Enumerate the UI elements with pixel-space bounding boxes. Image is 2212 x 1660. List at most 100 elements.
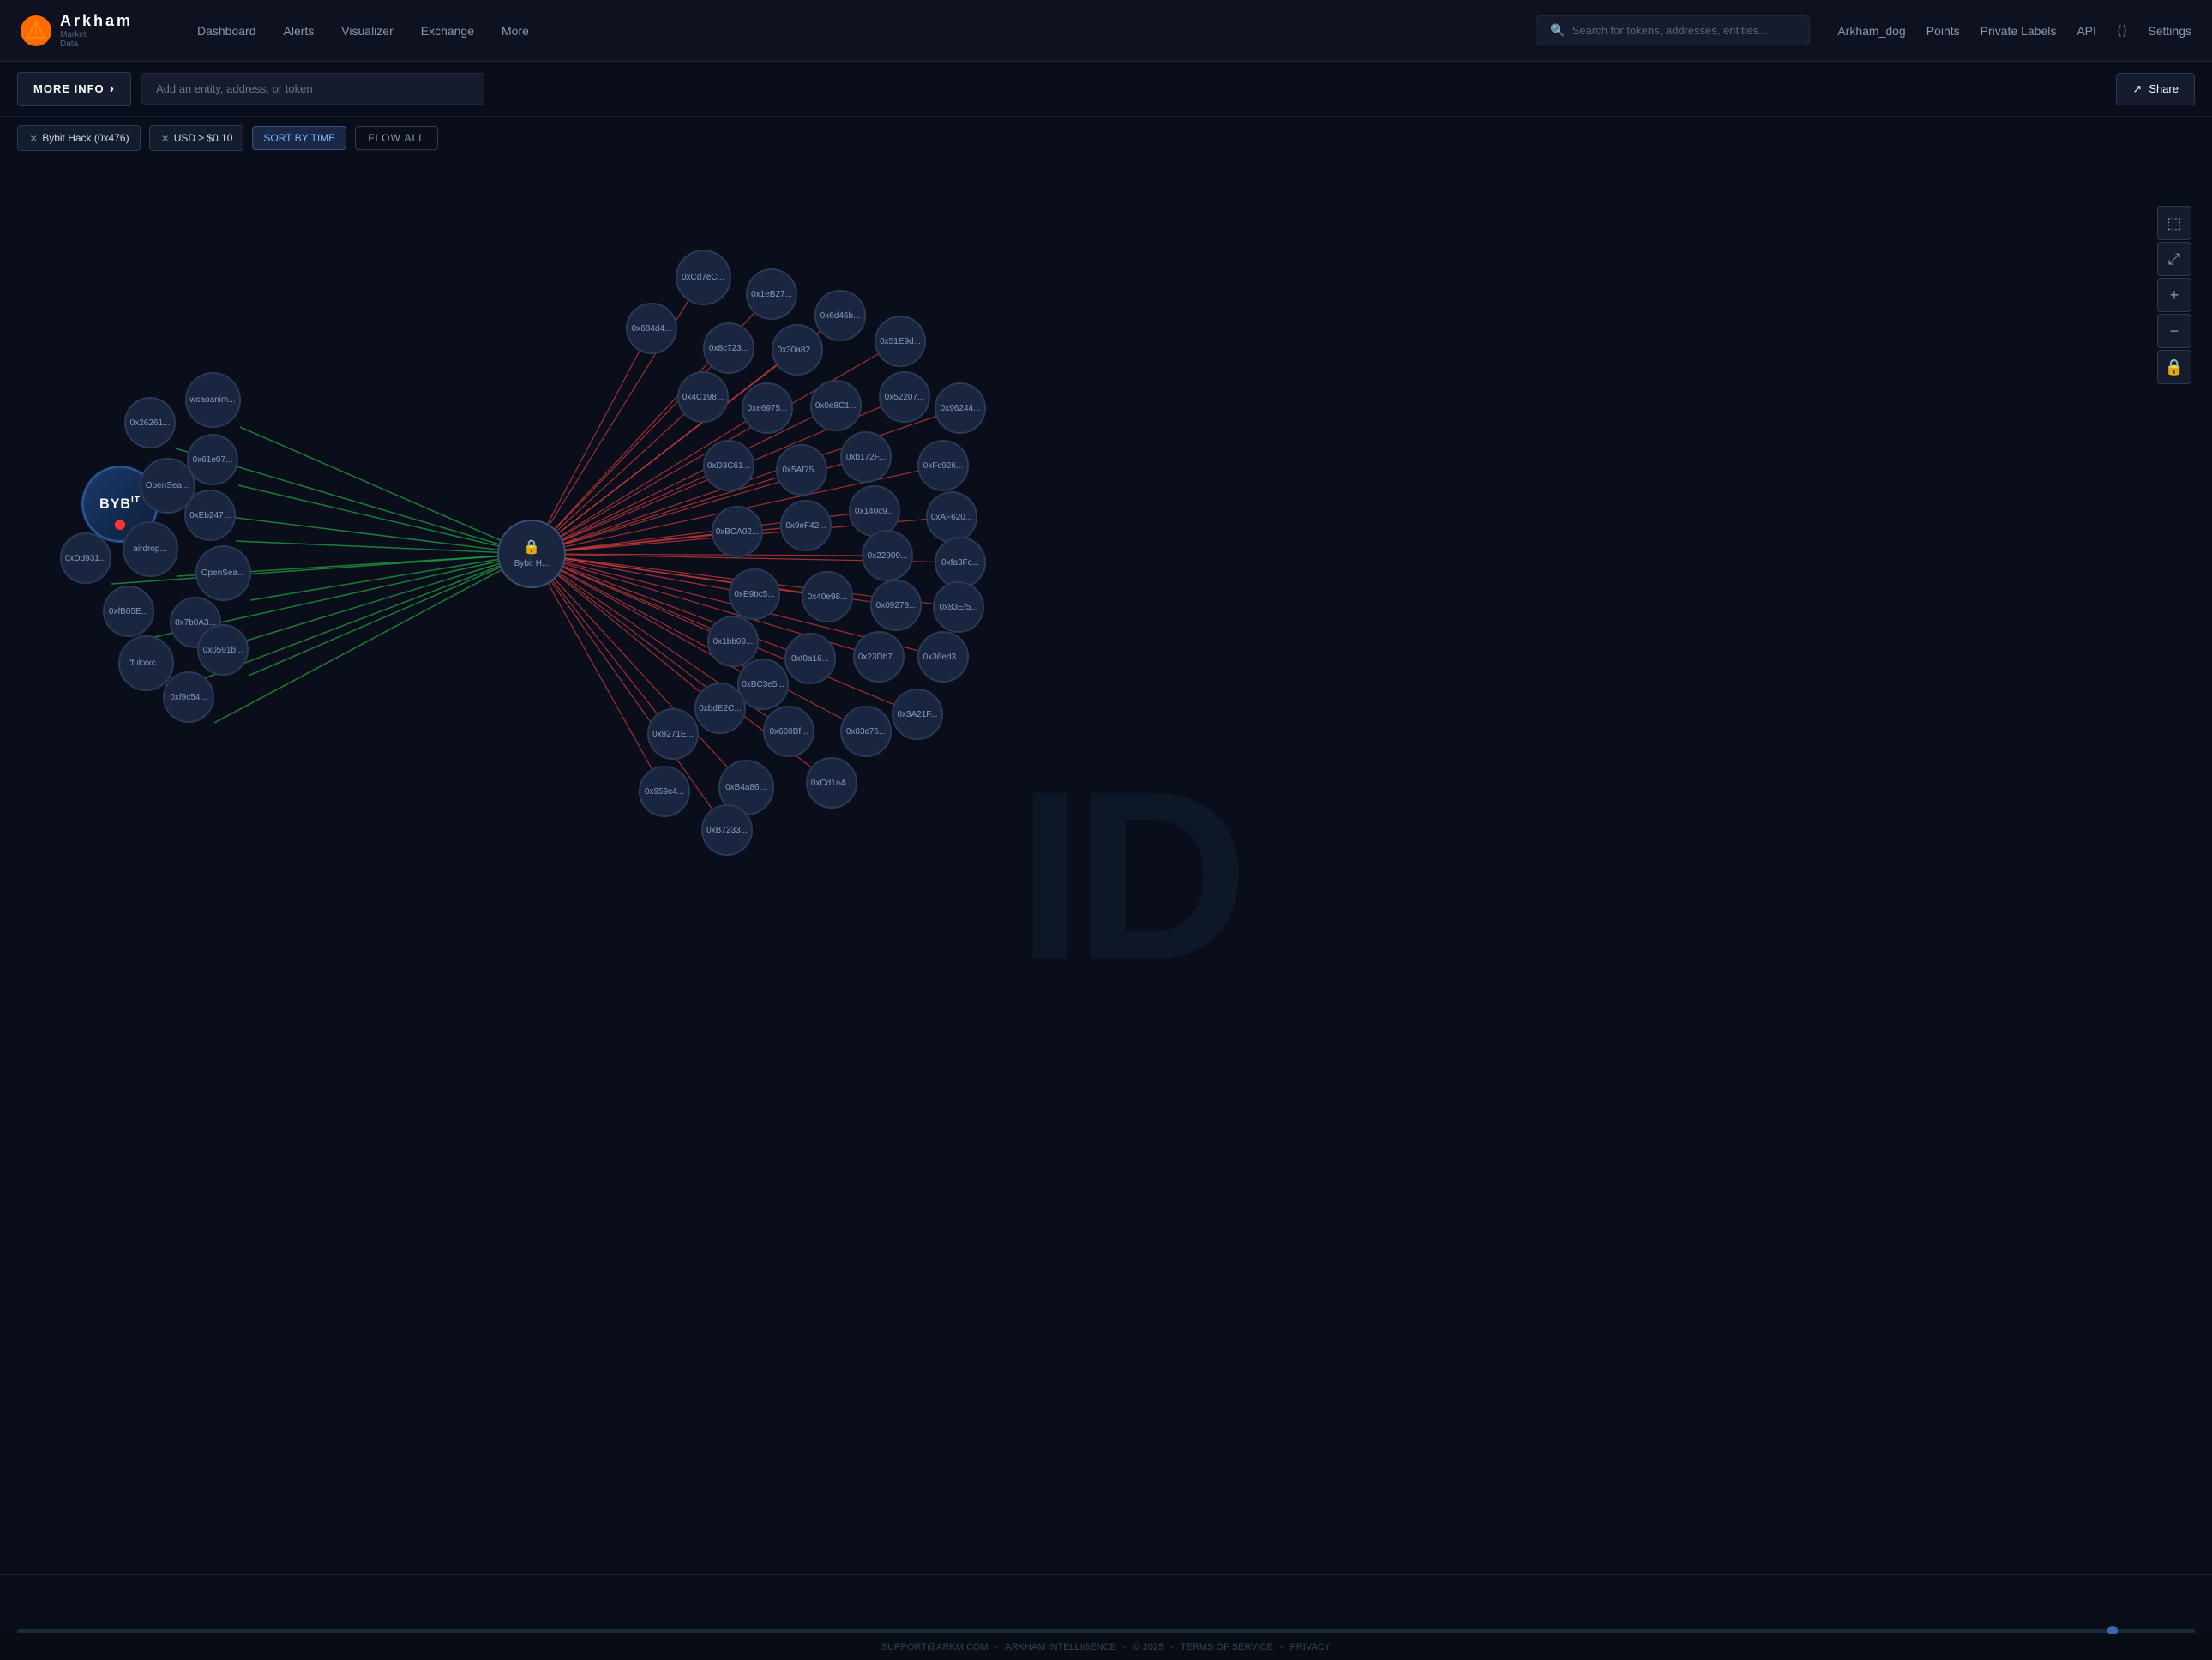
graph-node[interactable]: 0x26261... <box>124 397 176 448</box>
graph-node[interactable]: 0x23Db7... <box>853 631 905 683</box>
graph-node[interactable]: OpenSea... <box>195 545 251 601</box>
nav-arkham-dog[interactable]: Arkham_dog <box>1837 24 1905 38</box>
graph-node[interactable]: 0x51E9d... <box>875 316 926 367</box>
lock-view-button[interactable]: 🔒 <box>2157 350 2191 384</box>
graph-node[interactable]: 0x1bb09... <box>707 616 759 667</box>
graph-node[interactable]: 0xCd7eC... <box>676 250 731 305</box>
graph-node[interactable]: 0x09278... <box>870 580 922 631</box>
nav-private-labels[interactable]: Private Labels <box>1981 24 2057 38</box>
graph-node[interactable]: 0xBCA02... <box>712 506 763 557</box>
graph-node[interactable]: airdrop... <box>123 521 178 577</box>
graph-node[interactable]: 0xCd1a4... <box>806 757 857 809</box>
nav-alerts[interactable]: Alerts <box>272 17 327 45</box>
graph-node-label: wcaoanim... <box>188 394 237 406</box>
graph-node[interactable]: wcaoanim... <box>185 372 241 428</box>
graph-node[interactable]: 0x6d46b... <box>814 290 866 341</box>
graph-node[interactable]: 0xEb247... <box>184 490 236 541</box>
graph-node[interactable]: 0x40e98... <box>802 571 853 622</box>
graph-node[interactable]: 0x36ed3... <box>917 631 969 683</box>
graph-node-label: 0x30a82... <box>776 344 820 357</box>
graph-node[interactable]: 0x22909... <box>862 530 913 581</box>
filter-sort-time[interactable]: SORT BY TIME <box>252 126 346 150</box>
nav-more[interactable]: More <box>490 17 541 45</box>
toolbar: MORE INFO ↗ Share <box>0 62 2212 117</box>
cursor-tool-button[interactable]: ⬚ <box>2157 206 2191 240</box>
nav-links: Dashboard Alerts Visualizer Exchange Mor… <box>185 17 1508 45</box>
graph-node[interactable]: 0x61e07... <box>187 434 238 485</box>
graph-node[interactable]: 0xFc926... <box>917 440 969 491</box>
graph-node[interactable]: 0x8c723... <box>703 322 754 374</box>
filter-close-icon[interactable]: × <box>30 131 37 145</box>
graph-node[interactable]: 0x96244... <box>935 382 986 434</box>
graph-node[interactable]: 0xfa3Fc... <box>935 537 986 588</box>
center-node[interactable]: 🔒 Bybit H... <box>497 520 566 588</box>
graph-node[interactable]: 0x83Ef5... <box>933 581 984 633</box>
graph-node-label: 0x140c9... <box>853 505 896 518</box>
graph-node-label: 0x660Bf... <box>767 725 809 738</box>
graph-node[interactable]: 0xfB05E... <box>103 586 154 637</box>
graph-node-label: 0xBCA02... <box>714 526 761 538</box>
filter-usd-close-icon[interactable]: × <box>162 131 169 145</box>
graph-node[interactable]: 0x0591b... <box>197 624 249 676</box>
zoom-in-button[interactable]: + <box>2157 278 2191 312</box>
graph-node-label: 0x36ed3... <box>922 651 965 664</box>
nav-visualizer[interactable]: Visualizer <box>329 17 405 45</box>
search-bar[interactable]: 🔍 Search for tokens, addresses, entities… <box>1536 15 1810 45</box>
graph-node[interactable]: 0x0e8C1... <box>810 380 862 431</box>
graph-node[interactable]: 0x9271E... <box>647 708 699 760</box>
graph-node[interactable]: 0x52207... <box>879 371 930 423</box>
graph-node-label: 0x1bb09... <box>712 635 755 648</box>
graph-node[interactable]: 0x140c9... <box>849 485 900 537</box>
graph-node[interactable]: 0xAF620... <box>926 491 977 543</box>
graph-node[interactable]: 0x959c4... <box>639 766 690 817</box>
graph-node-label: 0xB7233... <box>705 824 749 837</box>
graph-node[interactable]: 0xf9c54... <box>163 671 214 723</box>
graph-node[interactable]: 0x83c76... <box>840 706 892 757</box>
graph-node[interactable]: 0x30a82... <box>772 324 823 376</box>
graph-node[interactable]: 0x660Bf... <box>763 706 814 757</box>
graph-node[interactable]: 0x3A21F... <box>892 689 943 740</box>
filter-usd[interactable]: × USD ≥ $0.10 <box>149 125 244 151</box>
timeline-bar[interactable] <box>17 1629 2195 1633</box>
graph-node[interactable]: 0x684d4... <box>626 303 677 354</box>
graph-node-label: 0x83c76... <box>845 725 887 738</box>
logo-text: Arkham MarketData <box>60 12 133 49</box>
nav-exchange[interactable]: Exchange <box>409 17 486 45</box>
graph-node[interactable]: 0xE9bc5... <box>729 568 780 620</box>
graph-node[interactable]: "fukxxc... <box>118 635 174 691</box>
graph-node[interactable]: 0x5Af75... <box>776 444 827 496</box>
nav-settings[interactable]: Settings <box>2148 24 2191 38</box>
graph-node[interactable]: 0xDd931... <box>60 532 111 584</box>
watermark: ID <box>1017 739 1240 1014</box>
graph-node[interactable]: 0xB7233... <box>701 804 753 856</box>
graph-node-label: 0x26261... <box>129 417 172 430</box>
more-info-button[interactable]: MORE INFO <box>17 72 131 106</box>
graph-node-label: 0xCd7eC... <box>680 271 726 284</box>
graph-node[interactable]: 0x4C198... <box>677 371 729 423</box>
fullscreen-button[interactable]: ⤢ <box>2157 242 2191 276</box>
graph-node-label: 0x8c723... <box>707 342 750 355</box>
zoom-out-button[interactable]: − <box>2157 314 2191 348</box>
share-button[interactable]: ↗ Share <box>2116 73 2195 105</box>
graph-node-label: 0xEb247... <box>188 509 232 522</box>
graph-node[interactable]: 0xbdE2C... <box>694 683 746 734</box>
filter-bybit-hack[interactable]: × Bybit Hack (0x476) <box>17 125 141 151</box>
graph-node-label: 0xE9bc5... <box>732 588 776 601</box>
graph-node[interactable]: 0x9eF42... <box>780 500 832 551</box>
nav-api[interactable]: API <box>2077 24 2096 38</box>
graph-node-label: 0x959c4... <box>643 785 686 798</box>
entity-input[interactable] <box>141 73 484 105</box>
nav-points[interactable]: Points <box>1926 24 1960 38</box>
graph-node[interactable]: 0x1eB27... <box>746 268 797 320</box>
graph-node[interactable]: 0xb172F... <box>840 431 892 483</box>
graph-node-label: 0xb172F... <box>845 451 887 464</box>
nav-dashboard[interactable]: Dashboard <box>185 17 268 45</box>
bybit-indicator <box>115 520 125 530</box>
graph-node[interactable]: 0xD3C61... <box>703 440 754 491</box>
graph-node[interactable]: 0xf0a16... <box>784 633 836 684</box>
graph-node[interactable]: 0xe6975... <box>742 382 793 434</box>
timeline-track <box>0 1575 2212 1639</box>
graph-node-label: 0xfB05E... <box>107 605 150 618</box>
graph-node-label: 0x52207... <box>883 391 927 404</box>
filter-flow-all[interactable]: FLOW ALL <box>355 126 438 150</box>
